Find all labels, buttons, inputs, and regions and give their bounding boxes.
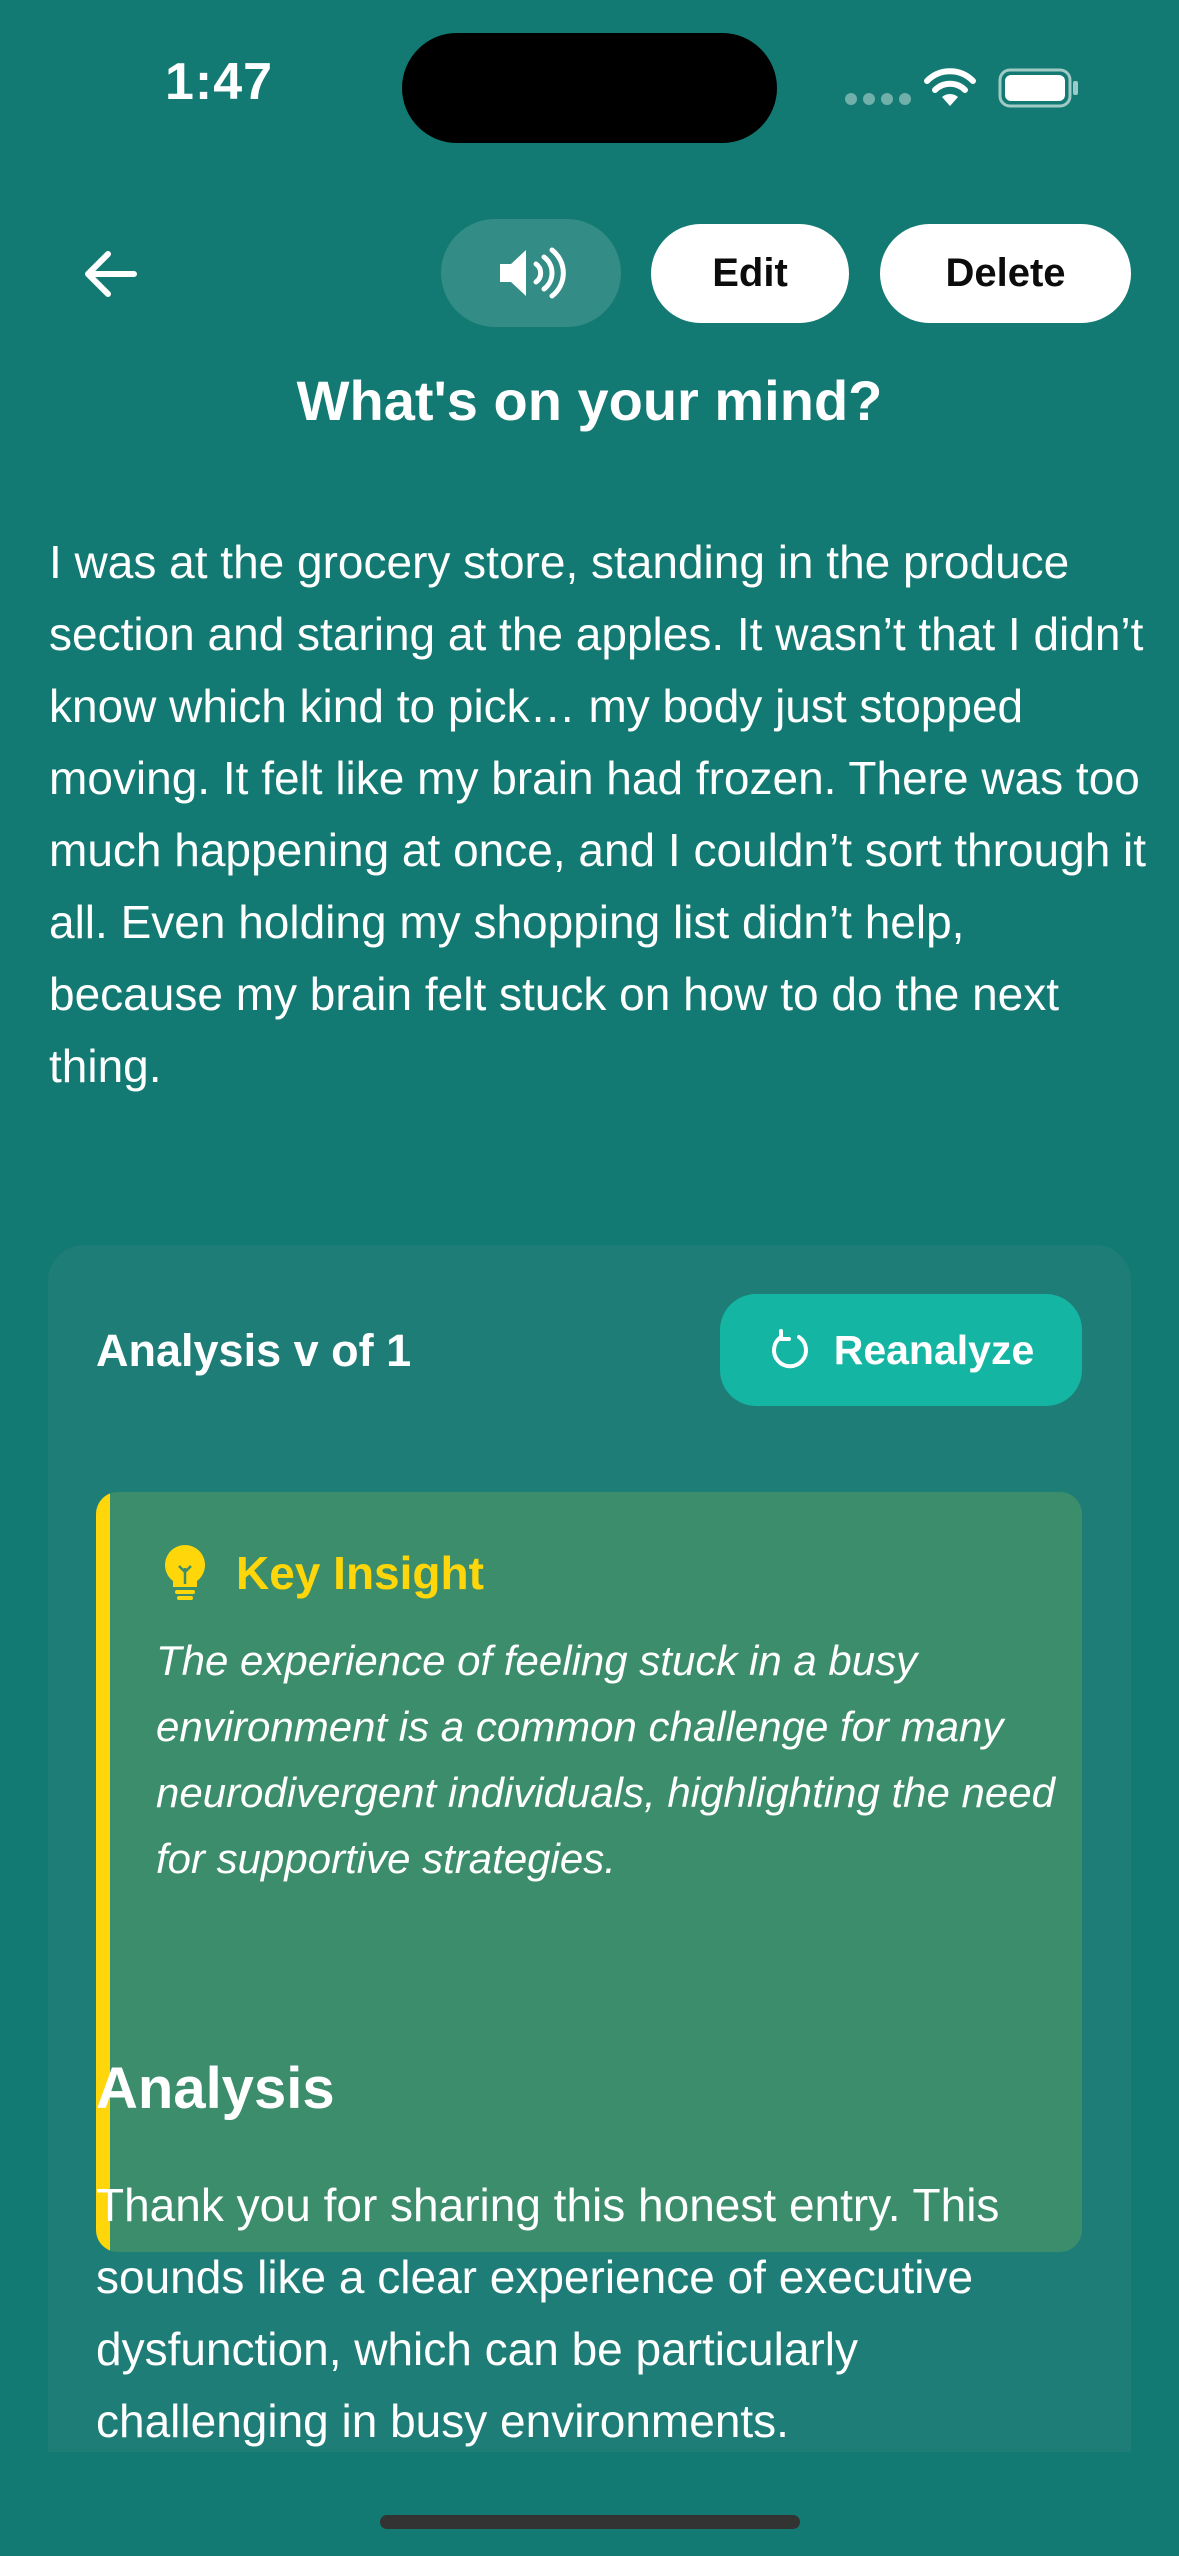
battery-icon <box>998 68 1078 108</box>
analysis-version-label: Analysis v of 1 <box>96 1325 412 1376</box>
dynamic-island <box>402 33 777 143</box>
back-button[interactable] <box>70 236 150 312</box>
reanalyze-button[interactable]: Reanalyze <box>720 1294 1082 1406</box>
analysis-text: Thank you for sharing this honest entry.… <box>96 2179 1000 2447</box>
analysis-card: Analysis v of 1 Reanalyze Key Insight Th… <box>48 1245 1131 2556</box>
journal-entry-text: I was at the grocery store, standing in … <box>49 536 1147 1092</box>
reanalyze-label: Reanalyze <box>833 1326 1035 1373</box>
arrow-left-icon <box>85 251 137 297</box>
read-aloud-button[interactable] <box>441 219 621 327</box>
edit-button[interactable]: Edit <box>651 224 849 323</box>
wifi-icon <box>924 68 976 106</box>
lightbulb-icon <box>165 1545 205 1600</box>
bottom-safe-area <box>0 2452 1179 2556</box>
analysis-heading: Analysis <box>96 2056 335 2121</box>
insight-text: The experience of feeling stuck in a bus… <box>156 1637 1055 1882</box>
delete-button[interactable]: Delete <box>880 224 1131 323</box>
insight-header: Key Insight <box>160 1542 484 1604</box>
status-time: 1:47 <box>165 53 274 111</box>
key-insight-box: Key Insight The experience of feeling st… <box>96 1492 1082 2252</box>
refresh-icon <box>771 1329 808 1369</box>
status-bar: 1:47 <box>0 0 1179 170</box>
cellular-signal-icon <box>845 93 911 105</box>
insight-accent-bar <box>96 1492 110 2252</box>
insight-title: Key Insight <box>236 1547 484 1599</box>
home-indicator[interactable] <box>380 2515 800 2529</box>
page-title: What's on your mind? <box>296 369 883 432</box>
speaker-wave-icon <box>500 247 566 299</box>
